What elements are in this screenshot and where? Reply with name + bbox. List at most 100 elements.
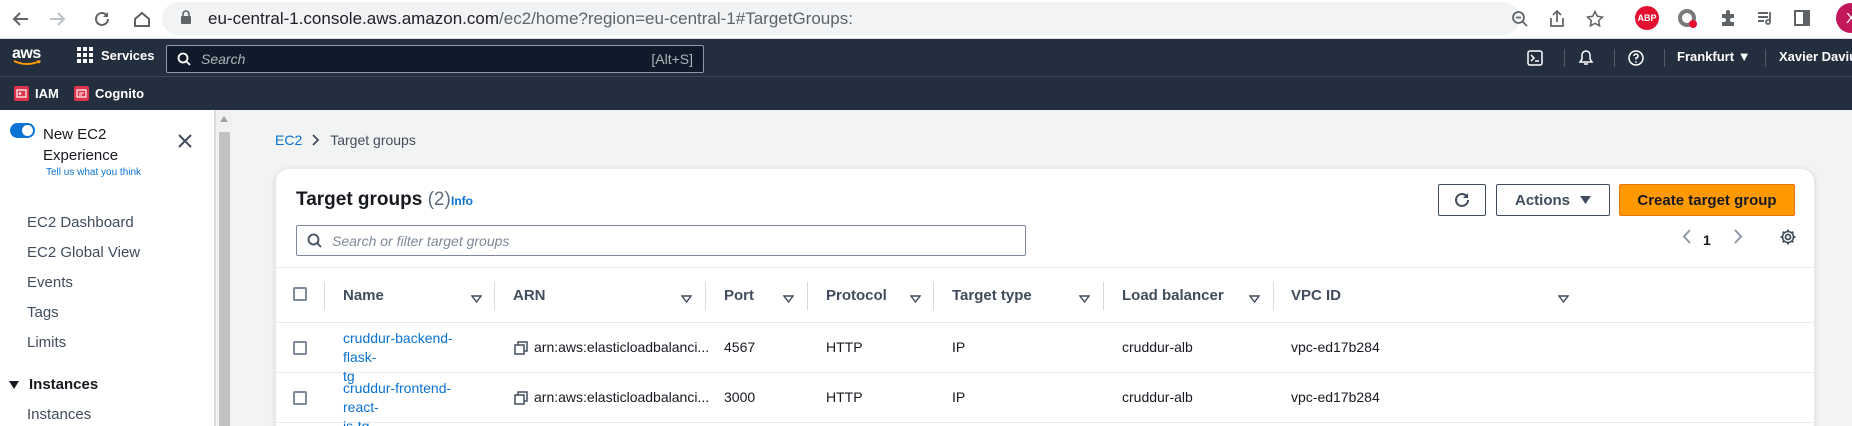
cognito-service-icon [74, 86, 89, 101]
protocol-cell: HTTP [826, 389, 863, 405]
column-header-protocol[interactable]: Protocol [826, 287, 887, 304]
target-group-name-link[interactable]: cruddur-frontend-react-js-tg [343, 379, 483, 426]
table-row[interactable]: cruddur-frontend-react-js-tg arn:aws:ela… [276, 373, 1814, 426]
services-menu-button[interactable]: Services [77, 47, 155, 63]
zoom-icon[interactable] [1509, 8, 1531, 30]
scroll-up-icon[interactable] [220, 116, 228, 122]
target-type-cell: IP [952, 389, 966, 405]
copy-icon[interactable] [514, 391, 528, 405]
favorite-iam[interactable]: IAM [14, 86, 59, 101]
previous-page-icon[interactable] [1682, 229, 1691, 247]
breadcrumb-ec2-link[interactable]: EC2 [275, 132, 302, 148]
favorites-bar: IAM Cognito [0, 76, 1852, 110]
share-icon[interactable] [1546, 8, 1568, 30]
sort-icon[interactable] [1248, 290, 1261, 307]
side-panel-icon[interactable] [1790, 6, 1814, 30]
sidebar-item-ec2-global-view[interactable]: EC2 Global View [27, 244, 140, 261]
caret-down-icon [1580, 196, 1591, 204]
breadcrumb: EC2 Target groups [275, 132, 416, 148]
sort-icon[interactable] [782, 290, 795, 307]
aws-top-navigation: aws Services Search [Alt+S] Frankfurt ▼ … [0, 39, 1852, 76]
extension-icon[interactable] [1675, 6, 1699, 30]
sidebar-item-ec2-dashboard[interactable]: EC2 Dashboard [27, 214, 134, 231]
account-menu[interactable]: Xavier Daviu [1779, 49, 1852, 64]
port-cell: 4567 [724, 339, 756, 355]
target-type-cell: IP [952, 339, 966, 355]
close-icon[interactable] [176, 132, 194, 150]
column-header-arn[interactable]: ARN [513, 287, 546, 304]
sort-icon[interactable] [1557, 290, 1570, 307]
actions-button[interactable]: Actions [1496, 184, 1610, 216]
next-page-icon[interactable] [1734, 229, 1743, 247]
table-row[interactable]: cruddur-backend-flask-tg arn:aws:elastic… [276, 323, 1814, 384]
console-search-input[interactable]: Search [Alt+S] [166, 45, 704, 73]
sort-icon[interactable] [680, 290, 693, 307]
row-checkbox[interactable] [293, 391, 307, 405]
settings-gear-icon[interactable] [1779, 228, 1797, 249]
arn-cell: arn:aws:elasticloadbalanci... [534, 389, 710, 405]
iam-service-icon [14, 86, 29, 101]
feedback-link[interactable]: Tell us what you think [46, 167, 141, 178]
filter-placeholder: Search or filter target groups [332, 233, 510, 249]
create-target-group-button[interactable]: Create target group [1619, 184, 1795, 216]
new-experience-toggle[interactable] [10, 123, 35, 138]
back-icon[interactable] [6, 4, 36, 34]
sidebar-section-instances[interactable]: Instances [9, 376, 98, 393]
page-title: Target groups (2) [296, 189, 451, 210]
ec2-side-navigation: New EC2 Experience Tell us what you thin… [0, 110, 215, 426]
puzzle-extensions-icon[interactable] [1716, 6, 1740, 30]
home-icon[interactable] [127, 4, 157, 34]
reload-icon[interactable] [87, 4, 117, 34]
column-header-load-balancer[interactable]: Load balancer [1122, 287, 1224, 304]
column-header-port[interactable]: Port [724, 287, 754, 304]
search-icon [177, 52, 191, 70]
cloudshell-icon[interactable] [1525, 48, 1545, 68]
adblock-extension-icon[interactable]: ABP [1635, 6, 1659, 30]
vpc-id-cell: vpc-ed17b284 [1291, 389, 1380, 405]
url-text: eu-central-1.console.aws.amazon.com/ec2/… [208, 9, 853, 28]
column-header-name[interactable]: Name [343, 287, 384, 304]
sidebar-item-events[interactable]: Events [27, 274, 73, 291]
address-bar[interactable]: eu-central-1.console.aws.amazon.com/ec2/… [162, 2, 1604, 35]
new-experience-label: New EC2 Experience [43, 126, 119, 164]
help-icon[interactable] [1626, 48, 1646, 68]
notifications-bell-icon[interactable] [1576, 48, 1596, 68]
current-page[interactable]: 1 [1703, 232, 1711, 248]
column-header-vpc-id[interactable]: VPC ID [1291, 287, 1341, 304]
sidebar-scrollbar[interactable] [215, 110, 232, 426]
media-queue-icon[interactable] [1753, 6, 1777, 30]
sort-icon[interactable] [909, 290, 922, 307]
info-link[interactable]: Info [451, 194, 473, 208]
bookmark-star-icon[interactable] [1584, 8, 1606, 30]
sidebar-item-tags[interactable]: Tags [27, 304, 59, 321]
region-selector[interactable]: Frankfurt ▼ [1677, 49, 1751, 64]
scrollbar-thumb[interactable] [219, 132, 230, 426]
item-count: (2) [427, 189, 451, 210]
sort-icon[interactable] [1078, 290, 1091, 307]
column-header-target-type[interactable]: Target type [952, 287, 1032, 304]
target-groups-panel: Target groups (2) Info Actions Create ta… [275, 168, 1815, 426]
filter-input[interactable]: Search or filter target groups [296, 225, 1026, 256]
profile-avatar[interactable]: X [1836, 3, 1852, 33]
sort-icon[interactable] [470, 290, 483, 307]
port-cell: 3000 [724, 389, 756, 405]
forward-icon[interactable] [42, 4, 72, 34]
favorite-cognito[interactable]: Cognito [74, 86, 144, 101]
load-balancer-cell: cruddur-alb [1122, 339, 1193, 355]
caret-down-icon [9, 380, 19, 389]
browser-toolbar: eu-central-1.console.aws.amazon.com/ec2/… [0, 0, 1852, 39]
copy-icon[interactable] [514, 341, 528, 355]
table-header: Name ARN Port Protocol Target type Load … [276, 267, 1814, 323]
search-shortcut: [Alt+S] [651, 51, 693, 67]
row-checkbox[interactable] [293, 341, 307, 355]
lock-icon[interactable] [180, 10, 192, 29]
sidebar-item-instances[interactable]: Instances [27, 406, 91, 423]
protocol-cell: HTTP [826, 339, 863, 355]
sidebar-item-limits[interactable]: Limits [27, 334, 66, 351]
refresh-icon [1455, 192, 1469, 207]
select-all-checkbox[interactable] [293, 287, 307, 301]
search-placeholder: Search [201, 51, 246, 67]
aws-logo[interactable]: aws [12, 45, 46, 71]
refresh-button[interactable] [1438, 184, 1486, 216]
chevron-down-icon: ▼ [1737, 49, 1751, 64]
